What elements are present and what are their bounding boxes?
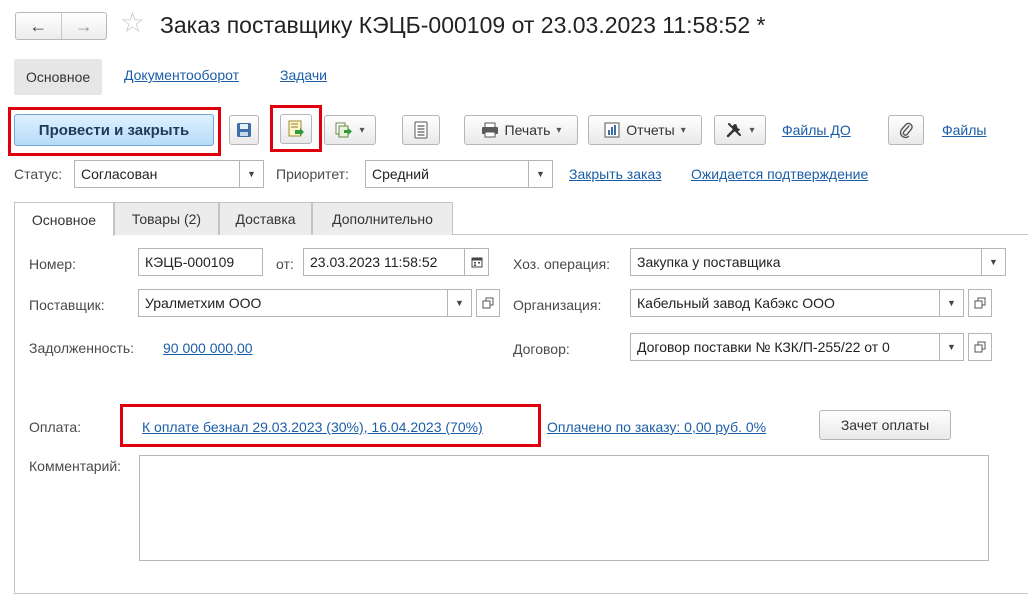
priority-label: Приоритет: [276, 166, 349, 182]
tools-icon [727, 123, 742, 138]
open-form-icon [974, 297, 986, 309]
contract-open-button[interactable] [968, 333, 992, 361]
back-button[interactable]: ← [16, 13, 61, 39]
chevron-down-icon: ▼ [536, 169, 545, 179]
arrow-right-icon: → [74, 15, 93, 36]
tab-delivery[interactable]: Доставка [219, 202, 312, 235]
close-order-link[interactable]: Закрыть заказ [569, 166, 662, 182]
number-field[interactable]: КЭЦБ-000109 [138, 248, 263, 276]
post-document-icon [288, 120, 304, 137]
payment-label: Оплата: [29, 419, 82, 435]
floppy-disk-icon [237, 123, 251, 137]
operation-field[interactable]: Закупка у поставщика [630, 248, 982, 276]
supplier-label: Поставщик: [29, 297, 105, 313]
supplier-field[interactable]: Уралметхим ООО [138, 289, 448, 317]
organization-open-button[interactable] [968, 289, 992, 317]
chevron-down-icon: ▾ [359, 124, 365, 136]
chevron-down-icon: ▾ [680, 124, 686, 136]
list-document-icon [414, 121, 428, 139]
documents-arrow-icon [335, 122, 353, 138]
tab-additional[interactable]: Дополнительно [312, 202, 453, 235]
tab-main[interactable]: Основное [14, 202, 114, 236]
comment-textarea[interactable] [139, 455, 989, 561]
navigation-group: ← → [15, 12, 107, 40]
chevron-down-icon: ▼ [455, 298, 464, 308]
tools-button[interactable]: ▾ [714, 115, 766, 145]
date-label: от: [276, 256, 294, 272]
organization-label: Организация: [513, 297, 602, 313]
status-field[interactable]: Согласован [74, 160, 240, 188]
reports-label: Отчеты [626, 122, 675, 138]
calendar-icon [471, 257, 482, 268]
status-dropdown-button[interactable]: ▼ [240, 160, 264, 188]
tab-goods[interactable]: Товары (2) [114, 202, 219, 235]
post-and-close-button[interactable]: Провести и закрыть [14, 114, 214, 146]
attach-button[interactable] [888, 115, 924, 145]
operation-label: Хоз. операция: [513, 256, 611, 272]
section-main[interactable]: Основное [14, 59, 103, 95]
print-label: Печать [504, 122, 551, 138]
post-button[interactable] [280, 114, 312, 144]
chevron-down-icon: ▼ [947, 298, 956, 308]
awaiting-confirmation-link[interactable]: Ожидается подтверждение [691, 166, 868, 182]
files-link[interactable]: Файлы [942, 122, 986, 138]
organization-dropdown-button[interactable]: ▼ [940, 289, 964, 317]
contract-field[interactable]: Договор поставки № КЗК/П-255/22 от 0 [630, 333, 940, 361]
debt-amount-link[interactable]: 90 000 000,00 [163, 340, 253, 356]
chevron-down-icon: ▾ [749, 124, 755, 136]
page-title: Заказ поставщику КЭЦБ-000109 от 23.03.20… [160, 12, 766, 38]
forward-button[interactable]: → [60, 13, 107, 39]
save-button[interactable] [229, 115, 259, 145]
create-based-on-button[interactable]: ▾ [324, 115, 376, 145]
number-label: Номер: [29, 256, 76, 272]
date-field[interactable]: 23.03.2023 11:58:52 [303, 248, 465, 276]
chevron-down-icon: ▼ [247, 169, 256, 179]
report-chart-icon [604, 122, 620, 138]
files-do-link[interactable]: Файлы ДО [782, 122, 851, 138]
printer-icon [481, 122, 498, 138]
paid-by-order-link[interactable]: Оплачено по заказу: 0,00 руб. 0% [547, 419, 766, 435]
calendar-button[interactable] [465, 248, 489, 276]
priority-field[interactable]: Средний [365, 160, 529, 188]
debt-label: Задолженность: [29, 340, 135, 356]
paperclip-icon [899, 122, 913, 139]
open-form-icon [974, 341, 986, 353]
arrow-left-icon: ← [29, 15, 48, 36]
chevron-down-icon: ▾ [556, 124, 562, 136]
reports-button[interactable]: Отчеты ▾ [588, 115, 702, 145]
contract-label: Договор: [513, 341, 570, 357]
payment-schedule-link[interactable]: К оплате безнал 29.03.2023 (30%), 16.04.… [142, 419, 483, 435]
print-button[interactable]: Печать ▾ [464, 115, 578, 145]
section-document-flow[interactable]: Документооборот [124, 67, 239, 83]
supplier-dropdown-button[interactable]: ▼ [448, 289, 472, 317]
operation-dropdown-button[interactable]: ▼ [982, 248, 1006, 276]
section-tasks[interactable]: Задачи [280, 67, 327, 83]
favorite-star-icon[interactable]: ☆ [120, 8, 145, 38]
comment-label: Комментарий: [29, 458, 122, 474]
open-form-icon [482, 297, 494, 309]
chevron-down-icon: ▼ [947, 342, 956, 352]
organization-field[interactable]: Кабельный завод Кабэкс ООО [630, 289, 940, 317]
chevron-down-icon: ▼ [989, 257, 998, 267]
priority-dropdown-button[interactable]: ▼ [529, 160, 553, 188]
payment-offset-button[interactable]: Зачет оплаты [819, 410, 951, 440]
contract-dropdown-button[interactable]: ▼ [940, 333, 964, 361]
document-structure-button[interactable] [402, 115, 440, 145]
status-label: Статус: [14, 166, 63, 182]
supplier-open-button[interactable] [476, 289, 500, 317]
